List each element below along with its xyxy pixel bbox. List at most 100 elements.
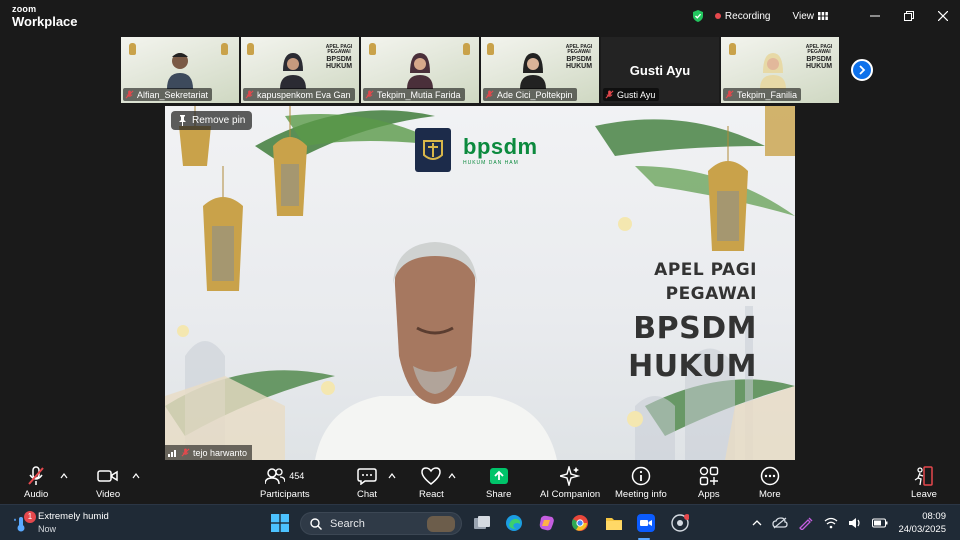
wifi-icon[interactable] (824, 517, 838, 529)
chat-options-chevron-icon[interactable] (388, 472, 396, 480)
more-button[interactable]: More (759, 466, 781, 500)
lantern-icon (729, 43, 736, 55)
lantern-icon (369, 43, 376, 55)
show-hidden-icons-button[interactable] (752, 519, 762, 527)
taskbar-clock[interactable]: 08:09 24/03/2025 (898, 510, 946, 536)
remove-pin-button[interactable]: Remove pin (171, 111, 253, 130)
task-view-icon (474, 516, 490, 529)
weather-icon: 1 (12, 510, 36, 532)
cloud-sync-icon[interactable] (772, 517, 789, 529)
apps-label: Apps (698, 489, 720, 500)
meeting-info-button[interactable]: Meeting info (615, 466, 667, 500)
minimize-icon (870, 15, 880, 17)
participants-button[interactable]: 454 Participants (260, 466, 310, 500)
muted-mic-icon (28, 466, 44, 485)
participant-name: kapuspenkom Eva Gan (257, 89, 351, 100)
pen-input-icon[interactable] (798, 516, 814, 530)
encryption-shield-icon[interactable] (691, 9, 705, 23)
leave-icon (914, 466, 933, 486)
taskbar-app-edge[interactable] (504, 513, 524, 533)
gallery-strip: Alfian_Sekretariat APEL PAGI PEGAWAI BPS… (120, 36, 840, 104)
maximize-button[interactable] (892, 0, 926, 32)
chrome-browser-icon (571, 515, 588, 531)
leave-button[interactable]: Leave (911, 466, 937, 500)
view-button[interactable]: View (793, 11, 829, 22)
participant-tile[interactable]: APEL PAGI PEGAWAI BPSDM HUKUM Ade Cici_P… (480, 36, 600, 104)
tile-backdrop-text: APEL PAGI PEGAWAI BPSDM HUKUM (565, 44, 593, 70)
video-label: Video (96, 489, 121, 500)
volume-icon[interactable] (848, 517, 862, 529)
participant-video (759, 53, 786, 89)
video-options-chevron-icon[interactable] (132, 472, 140, 480)
recording-indicator[interactable]: Recording (714, 10, 771, 22)
lantern-icon (129, 43, 136, 55)
title-bar: zoom Workplace Recording View (0, 0, 960, 32)
participant-display-name: Gusti Ayu (629, 63, 691, 78)
recorder-icon (671, 514, 689, 532)
backdrop-line: BPSDM (806, 55, 832, 63)
react-options-chevron-icon[interactable] (448, 472, 456, 480)
banner-line-1: APEL PAGI (654, 260, 757, 280)
react-button[interactable]: React (419, 466, 444, 500)
taskbar-app-file-explorer[interactable] (604, 513, 624, 533)
participant-tile[interactable]: Tekpim_Mutia Farida (360, 36, 480, 104)
gallery-next-button[interactable] (851, 59, 873, 81)
video-button[interactable]: Video (96, 466, 120, 500)
ai-companion-button[interactable]: AI Companion (540, 466, 600, 500)
apps-button[interactable]: Apps (698, 466, 720, 500)
lantern-icon (247, 43, 254, 55)
chat-button[interactable]: Chat (357, 466, 377, 500)
participant-name: Tekpim_Fanilia (737, 89, 798, 100)
weather-widget[interactable]: 1 Extremely humid Now (12, 510, 109, 534)
taskbar-app-chrome[interactable] (570, 513, 590, 533)
taskbar-app-zoom[interactable] (636, 513, 656, 533)
apps-icon (699, 466, 719, 486)
lantern-icon (487, 43, 494, 55)
sparkle-icon (560, 466, 581, 486)
participant-video (407, 53, 433, 89)
view-label: View (792, 10, 815, 22)
close-icon (938, 11, 948, 21)
audio-label: Audio (24, 489, 49, 500)
backdrop-line: HUKUM (805, 62, 833, 70)
heart-icon (421, 467, 442, 485)
recording-label: Recording (724, 10, 771, 22)
recording-dot-icon (714, 13, 721, 19)
taskbar-app-copilot[interactable] (537, 513, 557, 533)
backdrop-line: BPSDM (326, 55, 352, 63)
taskbar-search[interactable]: Search (300, 512, 462, 535)
participant-tile[interactable]: Alfian_Sekretariat (120, 36, 240, 104)
remove-pin-label: Remove pin (192, 115, 246, 126)
logo-workplace: Workplace (12, 13, 78, 29)
participant-label: Tekpim_Fanilia (723, 88, 802, 101)
main-video[interactable]: bpsdm HUKUM DAN HAM APEL PAGI PEGAWAI BP… (165, 106, 795, 460)
taskbar-app-recorder[interactable] (670, 513, 690, 533)
info-icon (631, 466, 651, 486)
ai-companion-label: AI Companion (540, 489, 601, 500)
muted-mic-icon (605, 90, 614, 99)
audio-options-chevron-icon[interactable] (60, 472, 68, 480)
pin-icon (179, 115, 186, 126)
copilot-icon (539, 515, 554, 531)
clock-time: 08:09 (922, 511, 946, 522)
leave-label: Leave (911, 489, 937, 500)
folder-icon (606, 518, 622, 530)
chevron-right-icon (859, 65, 866, 75)
start-button[interactable] (270, 513, 290, 533)
minimize-button[interactable] (858, 0, 892, 32)
speaker-label: tejo harwanto (165, 445, 253, 460)
participant-tile[interactable]: APEL PAGI PEGAWAI BPSDM HUKUM kapuspenko… (240, 36, 360, 104)
audio-button[interactable]: Audio (24, 466, 48, 500)
share-button[interactable]: Share (486, 466, 511, 500)
close-button[interactable] (926, 0, 960, 32)
taskbar-app-task-view[interactable] (472, 513, 492, 533)
logo-zoom: zoom (12, 3, 37, 14)
backdrop-line: PEGAWAI (567, 49, 591, 56)
bpsdm-logo-subtext: HUKUM DAN HAM (463, 160, 519, 166)
clock-date: 24/03/2025 (898, 524, 946, 535)
participant-tile[interactable]: Gusti Ayu Gusti Ayu (600, 36, 720, 104)
battery-icon[interactable] (872, 518, 888, 528)
participant-tile[interactable]: APEL PAGI PEGAWAI BPSDM HUKUM Tekpim_Fan… (720, 36, 840, 104)
participant-video (167, 53, 193, 89)
meeting-toolbar: Audio Video 454 Participants Chat React … (0, 462, 960, 504)
